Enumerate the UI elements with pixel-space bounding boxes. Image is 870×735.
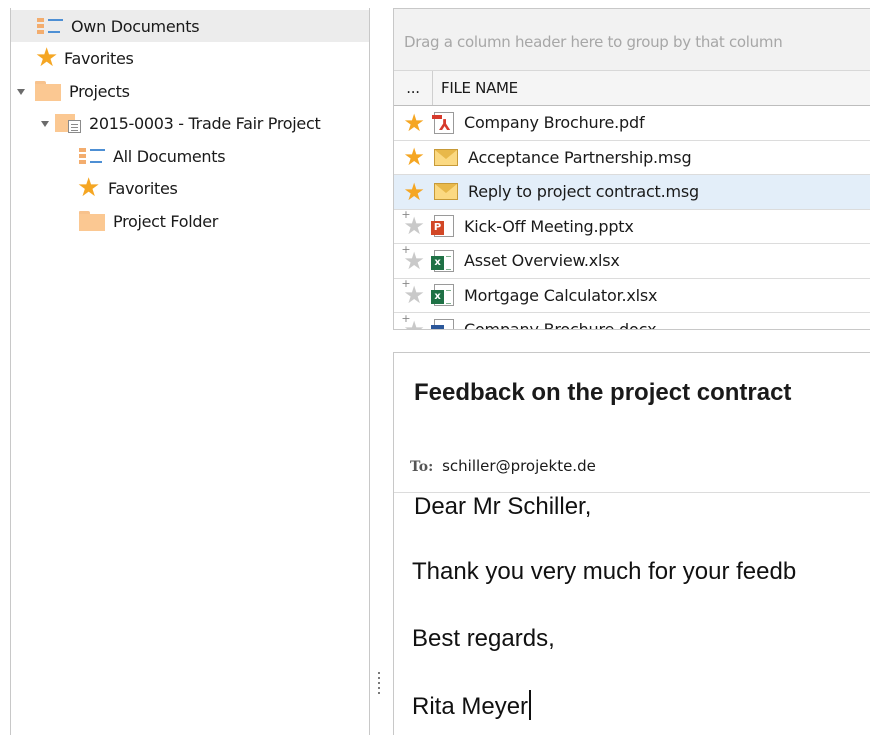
grid-header: ... FILE NAME (394, 71, 870, 106)
mail-icon (434, 183, 458, 201)
own-documents-icon (37, 17, 63, 35)
file-grid: Drag a column header here to group by th… (393, 8, 870, 330)
tree-item-favorites[interactable]: ★ Favorites (11, 42, 134, 74)
tree-item-project-folder[interactable]: Project Folder (11, 205, 218, 237)
excel-icon (431, 249, 454, 272)
star-icon: ★ (77, 173, 101, 203)
pdf-icon: ⅄ (432, 111, 454, 134)
star-icon: ★ (35, 43, 59, 73)
table-row[interactable]: ★ Acceptance Partnership.msg (394, 141, 870, 175)
table-row[interactable]: ★ Reply to project contract.msg (394, 175, 870, 210)
navigation-tree: Own Documents ★ Favorites Projects 2015-… (10, 8, 370, 735)
tree-item-label: 2015-0003 - Trade Fair Project (89, 113, 321, 133)
powerpoint-icon (431, 215, 454, 238)
favorite-star-icon[interactable]: ★ (403, 145, 425, 169)
chevron-down-icon[interactable] (41, 121, 49, 127)
mail-greeting[interactable]: Dear Mr Schiller, (414, 493, 591, 521)
favorite-star-icon[interactable]: ★ (403, 180, 425, 204)
favorite-star-icon[interactable]: ★ (403, 111, 425, 135)
mail-body-text[interactable]: Thank you very much for your feedb (412, 558, 796, 586)
to-address[interactable]: schiller@projekte.de (442, 457, 596, 475)
group-by-panel[interactable]: Drag a column header here to group by th… (394, 9, 870, 71)
tree-item-trade-fair-project[interactable]: 2015-0003 - Trade Fair Project (11, 107, 321, 139)
tree-item-project-favorites[interactable]: ★ Favorites (11, 172, 178, 204)
table-row[interactable]: +★ Mortgage Calculator.xlsx (394, 278, 870, 313)
tree-item-own-documents[interactable]: Own Documents (11, 10, 369, 42)
file-name: Reply to project contract.msg (468, 182, 699, 202)
chevron-down-icon[interactable] (17, 89, 25, 95)
text-caret (529, 690, 532, 720)
file-name: Company Brochure.docx (464, 320, 657, 330)
add-favorite-star-icon[interactable]: + ★ (401, 278, 425, 307)
splitter-handle[interactable] (378, 672, 382, 697)
file-name: Company Brochure.pdf (464, 113, 645, 133)
mail-preview-pane: Feedback on the project contract To: sch… (393, 352, 870, 735)
file-name: Asset Overview.xlsx (464, 251, 620, 271)
word-icon (431, 318, 454, 329)
excel-icon (431, 284, 454, 307)
folder-icon (79, 211, 105, 231)
add-favorite-star-icon[interactable]: + ★ (401, 244, 425, 273)
folder-icon (35, 81, 61, 101)
mail-recipient: To: schiller@projekte.de (410, 457, 596, 475)
table-row[interactable]: +★ Kick-Off Meeting.pptx (394, 209, 870, 244)
column-chooser-button[interactable]: ... (394, 71, 433, 105)
project-folder-icon (55, 112, 83, 134)
tree-item-label: All Documents (113, 146, 226, 166)
mail-signature-line[interactable]: Rita Meyer (412, 690, 532, 721)
add-favorite-star-icon[interactable]: + ★ (401, 209, 425, 238)
tree-item-label: Favorites (64, 48, 134, 68)
column-header-file-name[interactable]: FILE NAME (433, 79, 518, 97)
to-label: To: (410, 459, 434, 475)
file-name: Mortgage Calculator.xlsx (464, 285, 658, 305)
mail-signature: Rita Meyer (412, 693, 529, 720)
file-name: Kick-Off Meeting.pptx (464, 216, 634, 236)
mail-icon (434, 148, 458, 166)
table-row[interactable]: ★ ⅄ Company Brochure.pdf (394, 106, 870, 141)
file-name: Acceptance Partnership.msg (468, 147, 692, 167)
all-documents-icon (79, 147, 105, 165)
tree-item-label: Project Folder (113, 211, 219, 231)
tree-item-label: Projects (69, 81, 130, 101)
tree-item-label: Favorites (108, 178, 178, 198)
table-row[interactable]: + ★ Company Brochure.docx (394, 313, 870, 330)
tree-item-projects[interactable]: Projects (11, 75, 130, 107)
table-row[interactable]: +★ Asset Overview.xlsx (394, 244, 870, 279)
mail-closing[interactable]: Best regards, (412, 625, 555, 653)
mail-subject: Feedback on the project contract (414, 379, 792, 406)
tree-item-all-documents[interactable]: All Documents (11, 140, 226, 172)
tree-item-label: Own Documents (71, 16, 200, 36)
add-favorite-star-icon[interactable]: + ★ (401, 313, 425, 329)
